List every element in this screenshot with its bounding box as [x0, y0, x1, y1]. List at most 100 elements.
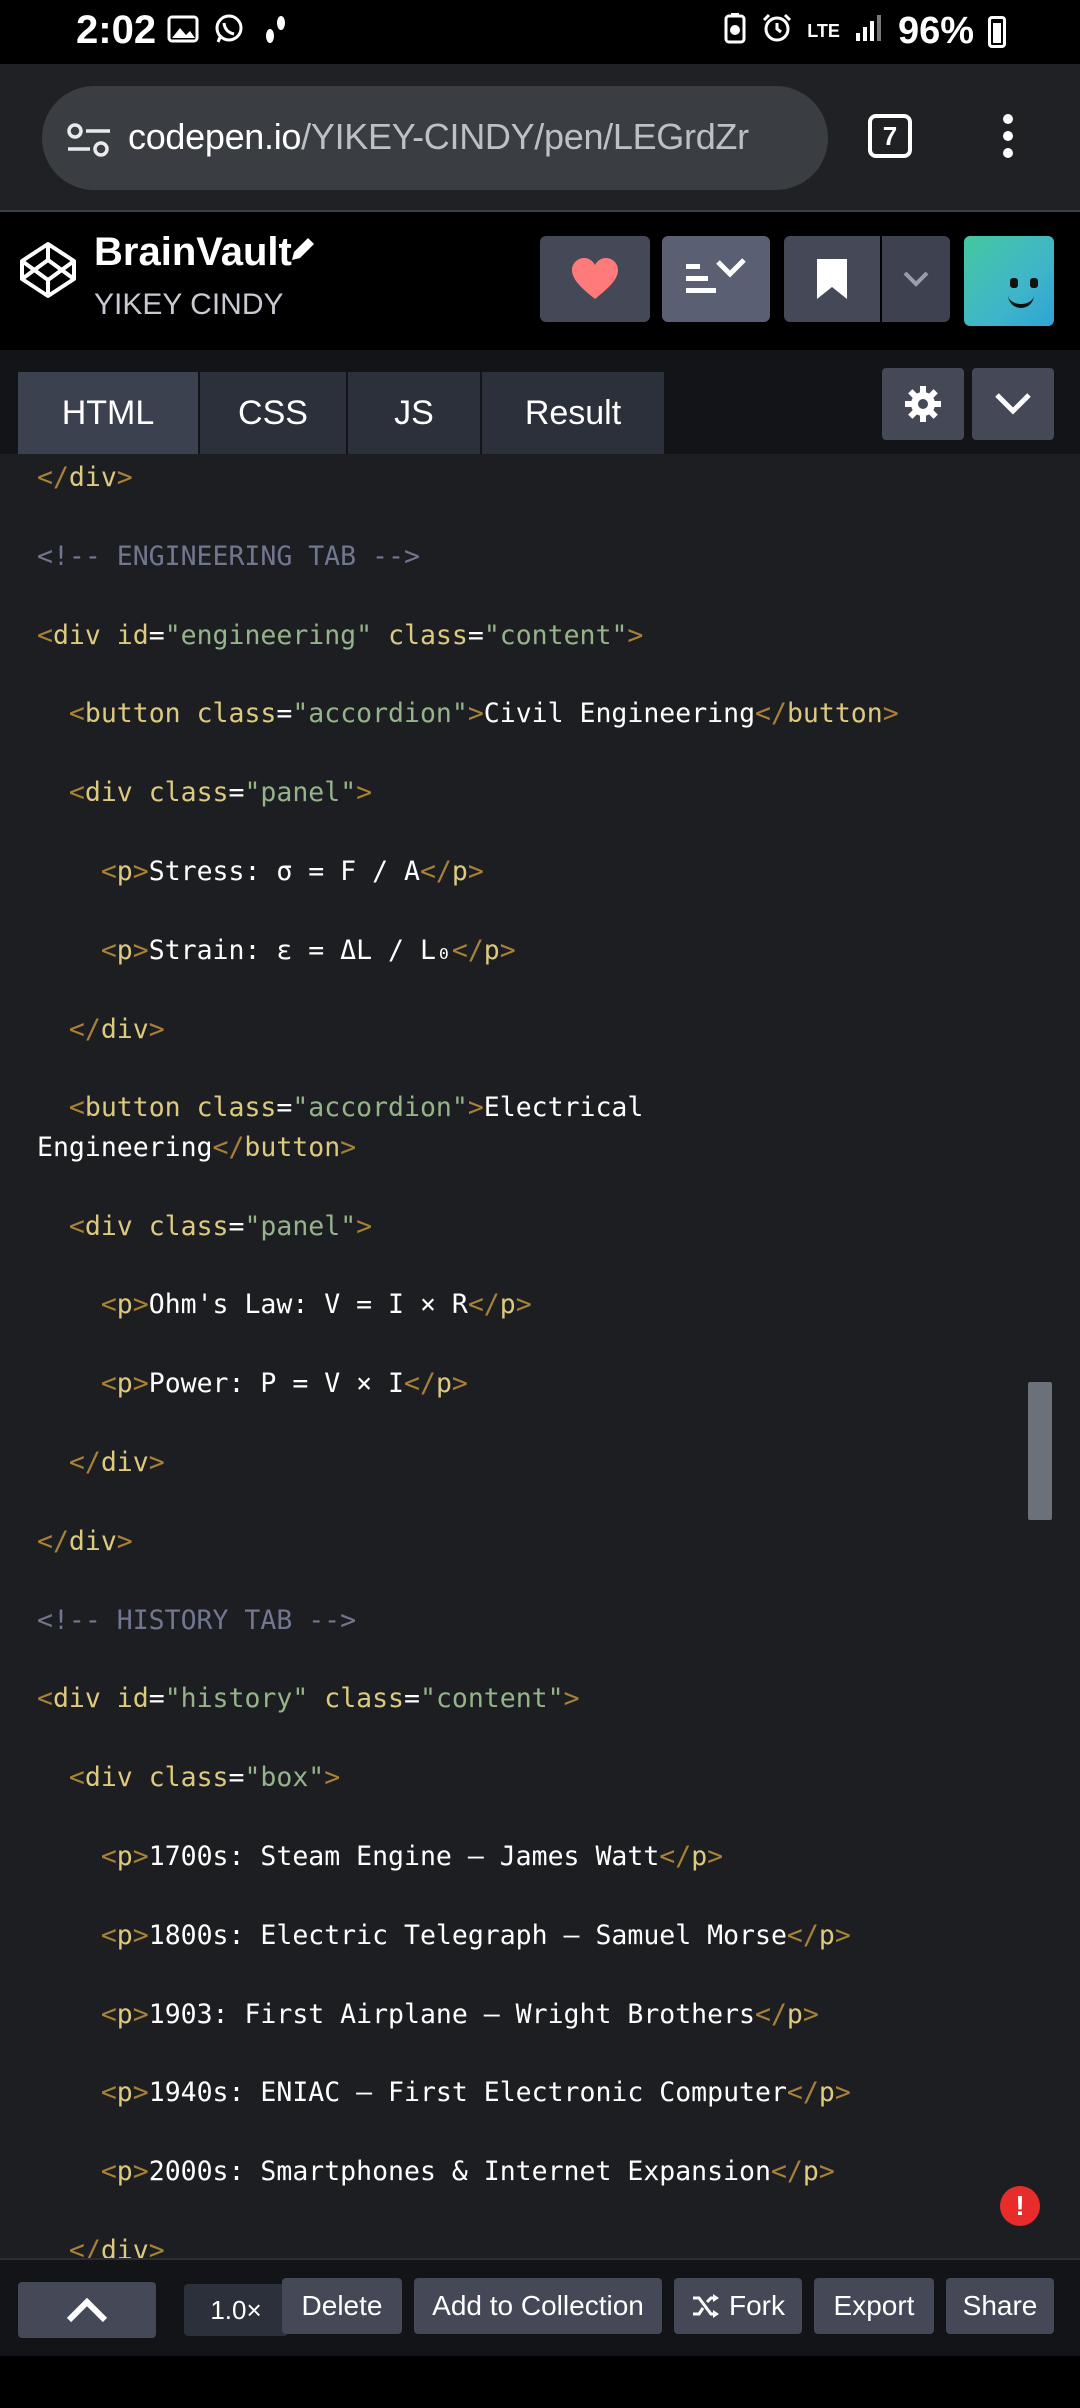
code-token: div [100, 2235, 149, 2258]
export-button[interactable]: Export [814, 2278, 934, 2334]
zoom-level[interactable]: 1.0× [184, 2284, 288, 2336]
code-line[interactable]: <p>Stress: σ = F / A</p> [37, 856, 484, 887]
gear-icon [905, 386, 941, 422]
code-line[interactable]: </div> [37, 1526, 133, 1557]
fork-button[interactable]: Fork [674, 2278, 802, 2334]
bookmark-button[interactable] [784, 236, 880, 322]
code-line[interactable]: <div class="panel"> [37, 1211, 372, 1242]
heart-icon [572, 258, 618, 299]
add-to-collection-button[interactable]: Add to Collection [414, 2278, 662, 2334]
code-line[interactable]: <div class="panel"> [37, 777, 372, 808]
code-line[interactable]: Engineering</button> [37, 1132, 356, 1163]
url-path: /YIKEY-CINDY/pen/LEGrdZr [301, 116, 749, 157]
code-token: class [324, 1683, 405, 1715]
tab-result[interactable]: Result [482, 372, 664, 454]
tab-html[interactable]: HTML [18, 372, 198, 454]
code-token: button [244, 1131, 341, 1163]
share-button[interactable]: Share [946, 2278, 1054, 2334]
code-line[interactable]: <div class="box"> [37, 1762, 340, 1793]
code-token: p [802, 2156, 819, 2188]
code-line[interactable]: <p>Power: P = V × I</p> [37, 1368, 468, 1399]
delete-button[interactable]: Delete [282, 2278, 402, 2334]
code-line[interactable]: <p>1940s: ENIAC – First Electronic Compu… [37, 2077, 851, 2108]
code-token: </ [467, 1289, 500, 1321]
code-line[interactable]: <p>1800s: Electric Telegraph – Samuel Mo… [37, 1920, 851, 1951]
pen-author[interactable]: YIKEY CINDY [94, 288, 284, 322]
code-line[interactable]: <p>2000s: Smartphones & Internet Expansi… [37, 2156, 835, 2187]
code-token: > [707, 1841, 724, 1872]
code-line[interactable]: <p>Ohm's Law: V = I × R</p> [37, 1289, 532, 1320]
code-token: < [100, 2156, 117, 2188]
code-token: p [116, 1998, 133, 2030]
code-token: button [786, 698, 883, 730]
code-token: > [356, 1210, 373, 1242]
code-line[interactable]: <p>Strain: ε = ΔL / L₀</p> [37, 935, 516, 966]
browser-toolbar: codepen.io/YIKEY-CINDY/pen/LEGrdZr 7 [0, 64, 1080, 212]
error-indicator-icon[interactable]: ! [1000, 2186, 1040, 2226]
code-token: </ [659, 1841, 692, 1872]
code-line[interactable]: </div> [37, 462, 133, 493]
bottom-toolbar: 1.0× Delete Add to Collection Fork Expor… [0, 2258, 1080, 2358]
code-line[interactable]: <!-- HISTORY TAB --> [37, 1605, 356, 1636]
code-editor[interactable]: </div> <!-- ENGINEERING TAB --> <div id="e… [0, 454, 1080, 2258]
code-line[interactable]: </div> [37, 1014, 165, 1045]
tab-js[interactable]: JS [348, 372, 480, 454]
code-token: </ [786, 2077, 819, 2109]
lte-label: LTE [807, 21, 840, 41]
code-token: < [68, 698, 85, 730]
code-token: p [818, 1919, 835, 1951]
code-token: > [324, 1762, 341, 1794]
edit-title-icon[interactable] [288, 234, 318, 272]
code-token: < [68, 1210, 85, 1242]
code-line[interactable]: </div> [37, 2235, 165, 2258]
pen-title[interactable]: BrainVault [94, 230, 292, 275]
code-line[interactable]: </div> [37, 1447, 165, 1478]
code-token: = [148, 619, 165, 651]
codepen-logo-icon[interactable] [18, 240, 78, 300]
code-token: p [451, 856, 468, 887]
code-line[interactable]: <button class="accordion">Electrical [37, 1092, 643, 1123]
code-token: </ [68, 1447, 101, 1478]
code-line[interactable]: <p>1903: First Airplane – Wright Brother… [37, 1999, 819, 2030]
code-token: < [68, 1762, 85, 1794]
collapse-editor-button[interactable] [972, 368, 1054, 440]
code-token: > [148, 2235, 165, 2258]
address-bar[interactable]: codepen.io/YIKEY-CINDY/pen/LEGrdZr [42, 86, 828, 190]
code-token: < [100, 1368, 117, 1400]
code-token: </ [786, 1919, 819, 1951]
avatar[interactable] [964, 236, 1054, 326]
code-line[interactable]: <div id="engineering" class="content"> [37, 620, 643, 651]
code-line[interactable]: <button class="accordion">Civil Engineer… [37, 698, 899, 729]
code-line[interactable]: <div id="history" class="content"> [37, 1683, 580, 1714]
url-text[interactable]: codepen.io/YIKEY-CINDY/pen/LEGrdZr [128, 116, 749, 158]
code-token: "accordion" [292, 698, 468, 730]
love-button[interactable] [540, 236, 650, 322]
code-token: "accordion" [292, 1092, 468, 1124]
code-token: "content" [483, 619, 628, 651]
code-token: > [834, 1919, 851, 1951]
gallery-icon [166, 12, 200, 46]
code-token: 1940s: ENIAC – First Electronic Computer [148, 2077, 787, 2109]
browser-menu-icon[interactable] [1000, 114, 1016, 162]
bookmark-menu-button[interactable] [882, 236, 950, 322]
code-token: > [132, 2156, 149, 2188]
code-token: class [148, 1210, 229, 1242]
expand-console-button[interactable] [18, 2282, 156, 2338]
tab-switcher-button[interactable]: 7 [868, 114, 912, 158]
code-token: Stress: σ = F / A [148, 856, 420, 887]
editor-settings-button[interactable] [882, 368, 964, 440]
change-view-button[interactable] [662, 236, 770, 322]
code-line[interactable]: <!-- ENGINEERING TAB --> [37, 541, 420, 572]
code-line[interactable]: <p>1700s: Steam Engine – James Watt</p> [37, 1841, 723, 1872]
site-settings-icon[interactable] [66, 122, 112, 158]
tab-css[interactable]: CSS [200, 372, 346, 454]
code-token: = [148, 1683, 165, 1715]
editor-scrollbar[interactable] [1028, 1382, 1052, 1520]
